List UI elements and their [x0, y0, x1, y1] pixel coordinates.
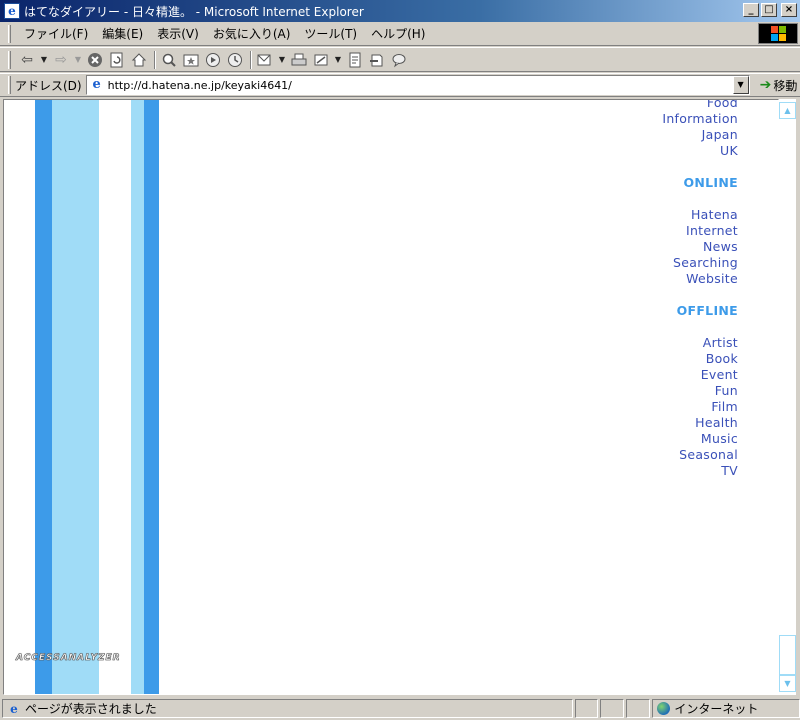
- search-icon[interactable]: [159, 50, 179, 70]
- category-link-website[interactable]: Website: [662, 271, 738, 287]
- address-bar: アドレス(D) e ▼ ➔ 移動: [0, 73, 800, 97]
- vertical-scrollbar[interactable]: ▲ ▼: [779, 99, 796, 695]
- zone-text: インターネット: [674, 702, 759, 716]
- status-lock-cell: [600, 699, 625, 718]
- category-link-film[interactable]: Film: [662, 399, 738, 415]
- category-link-internet[interactable]: Internet: [662, 223, 738, 239]
- menubar-grip[interactable]: [8, 24, 11, 43]
- online-heading: ONLINE: [683, 175, 738, 190]
- window-controls: _ □ ×: [743, 3, 797, 17]
- minimize-button[interactable]: _: [743, 3, 759, 17]
- category-link-event[interactable]: Event: [662, 367, 738, 383]
- window-title: はてなダイアリー - 日々精進。 - Microsoft Internet Ex…: [24, 4, 364, 19]
- ie-page-icon: e: [4, 3, 20, 19]
- status-text: ページが表示されました: [25, 702, 157, 716]
- addressbar-grip[interactable]: [8, 76, 11, 94]
- scrollbar-thumb[interactable]: [779, 635, 796, 675]
- forward-dropdown-icon[interactable]: ▼: [73, 50, 83, 70]
- research-icon[interactable]: [367, 50, 387, 70]
- page-done-icon: e: [10, 701, 18, 716]
- title-bar[interactable]: e はてなダイアリー - 日々精進。 - Microsoft Internet …: [0, 0, 800, 22]
- category-link-music[interactable]: Music: [662, 431, 738, 447]
- go-button[interactable]: ➔ 移動: [760, 77, 798, 94]
- forward-icon[interactable]: ⇨: [51, 50, 71, 70]
- menu-help[interactable]: ヘルプ(H): [364, 25, 432, 42]
- mail-icon[interactable]: [255, 50, 275, 70]
- decorative-stripe: [35, 100, 52, 694]
- category-link-health[interactable]: Health: [662, 415, 738, 431]
- discuss-icon[interactable]: [345, 50, 365, 70]
- category-link-japan[interactable]: Japan: [662, 127, 738, 143]
- media-icon[interactable]: [203, 50, 223, 70]
- go-arrow-icon: ➔: [759, 77, 772, 93]
- status-progress-cell: [574, 699, 599, 718]
- category-link-news[interactable]: News: [662, 239, 738, 255]
- windows-logo-icon: [758, 23, 798, 44]
- address-field[interactable]: e ▼: [85, 75, 750, 95]
- decorative-stripe: [144, 100, 159, 694]
- back-dropdown-icon[interactable]: ▼: [39, 50, 49, 70]
- edit-dropdown-icon[interactable]: ▼: [333, 50, 343, 70]
- toolbar-separator: [154, 50, 156, 69]
- toolbar-grip[interactable]: [8, 50, 11, 69]
- menu-edit[interactable]: 編集(E): [95, 25, 150, 42]
- status-zone-cell[interactable]: インターネット: [652, 699, 800, 718]
- category-link-book[interactable]: Book: [662, 351, 738, 367]
- category-link-fun[interactable]: Fun: [662, 383, 738, 399]
- access-analyzer-logo[interactable]: ACCESSANALYZER: [16, 653, 121, 664]
- address-label: アドレス(D): [15, 78, 82, 93]
- scroll-up-icon[interactable]: ▲: [779, 102, 796, 119]
- decorative-stripe: [52, 100, 99, 694]
- messenger-icon[interactable]: [389, 50, 409, 70]
- page-viewport[interactable]: Food Information Japan UK ONLINE Hatena …: [3, 99, 779, 695]
- menu-tools[interactable]: ツール(T): [297, 25, 364, 42]
- category-list: Food Information Japan UK ONLINE Hatena …: [662, 100, 738, 479]
- go-label: 移動: [773, 78, 798, 93]
- category-link-searching[interactable]: Searching: [662, 255, 738, 271]
- internet-globe-icon: [657, 702, 671, 715]
- category-link-hatena[interactable]: Hatena: [662, 207, 738, 223]
- status-bar: e ページが表示されました インターネット: [0, 697, 800, 720]
- mail-dropdown-icon[interactable]: ▼: [277, 50, 287, 70]
- category-link-tv[interactable]: TV: [662, 463, 738, 479]
- print-icon[interactable]: [289, 50, 309, 70]
- menu-view[interactable]: 表示(V): [150, 25, 206, 42]
- stop-icon[interactable]: [85, 50, 105, 70]
- address-dropdown-icon[interactable]: ▼: [732, 76, 749, 94]
- category-link-information[interactable]: Information: [662, 111, 738, 127]
- toolbar-separator: [250, 50, 252, 69]
- category-link-artist[interactable]: Artist: [662, 335, 738, 351]
- scroll-down-icon[interactable]: ▼: [779, 675, 796, 692]
- category-link-seasonal[interactable]: Seasonal: [662, 447, 738, 463]
- favorites-icon[interactable]: [181, 50, 201, 70]
- category-link-food[interactable]: Food: [662, 100, 738, 111]
- history-icon[interactable]: [225, 50, 245, 70]
- close-button[interactable]: ×: [781, 3, 797, 17]
- maximize-button[interactable]: □: [761, 3, 777, 17]
- menu-bar: ファイル(F) 編集(E) 表示(V) お気に入り(A) ツール(T) ヘルプ(…: [0, 22, 800, 46]
- status-blocked-cell: [626, 699, 651, 718]
- home-icon[interactable]: [129, 50, 149, 70]
- ie-page-icon: e: [92, 77, 101, 92]
- offline-heading: OFFLINE: [676, 303, 738, 318]
- address-input[interactable]: [107, 78, 728, 92]
- refresh-icon[interactable]: [107, 50, 127, 70]
- back-icon[interactable]: ⇦: [17, 50, 37, 70]
- edit-icon[interactable]: [311, 50, 331, 70]
- menu-file[interactable]: ファイル(F): [17, 25, 95, 42]
- standard-toolbar: ⇦ ▼ ⇨ ▼ ▼ ▼: [0, 47, 800, 72]
- status-main-cell: e ページが表示されました: [2, 699, 573, 718]
- menu-favorites[interactable]: お気に入り(A): [206, 25, 298, 42]
- decorative-stripe: [131, 100, 144, 694]
- category-link-uk[interactable]: UK: [662, 143, 738, 159]
